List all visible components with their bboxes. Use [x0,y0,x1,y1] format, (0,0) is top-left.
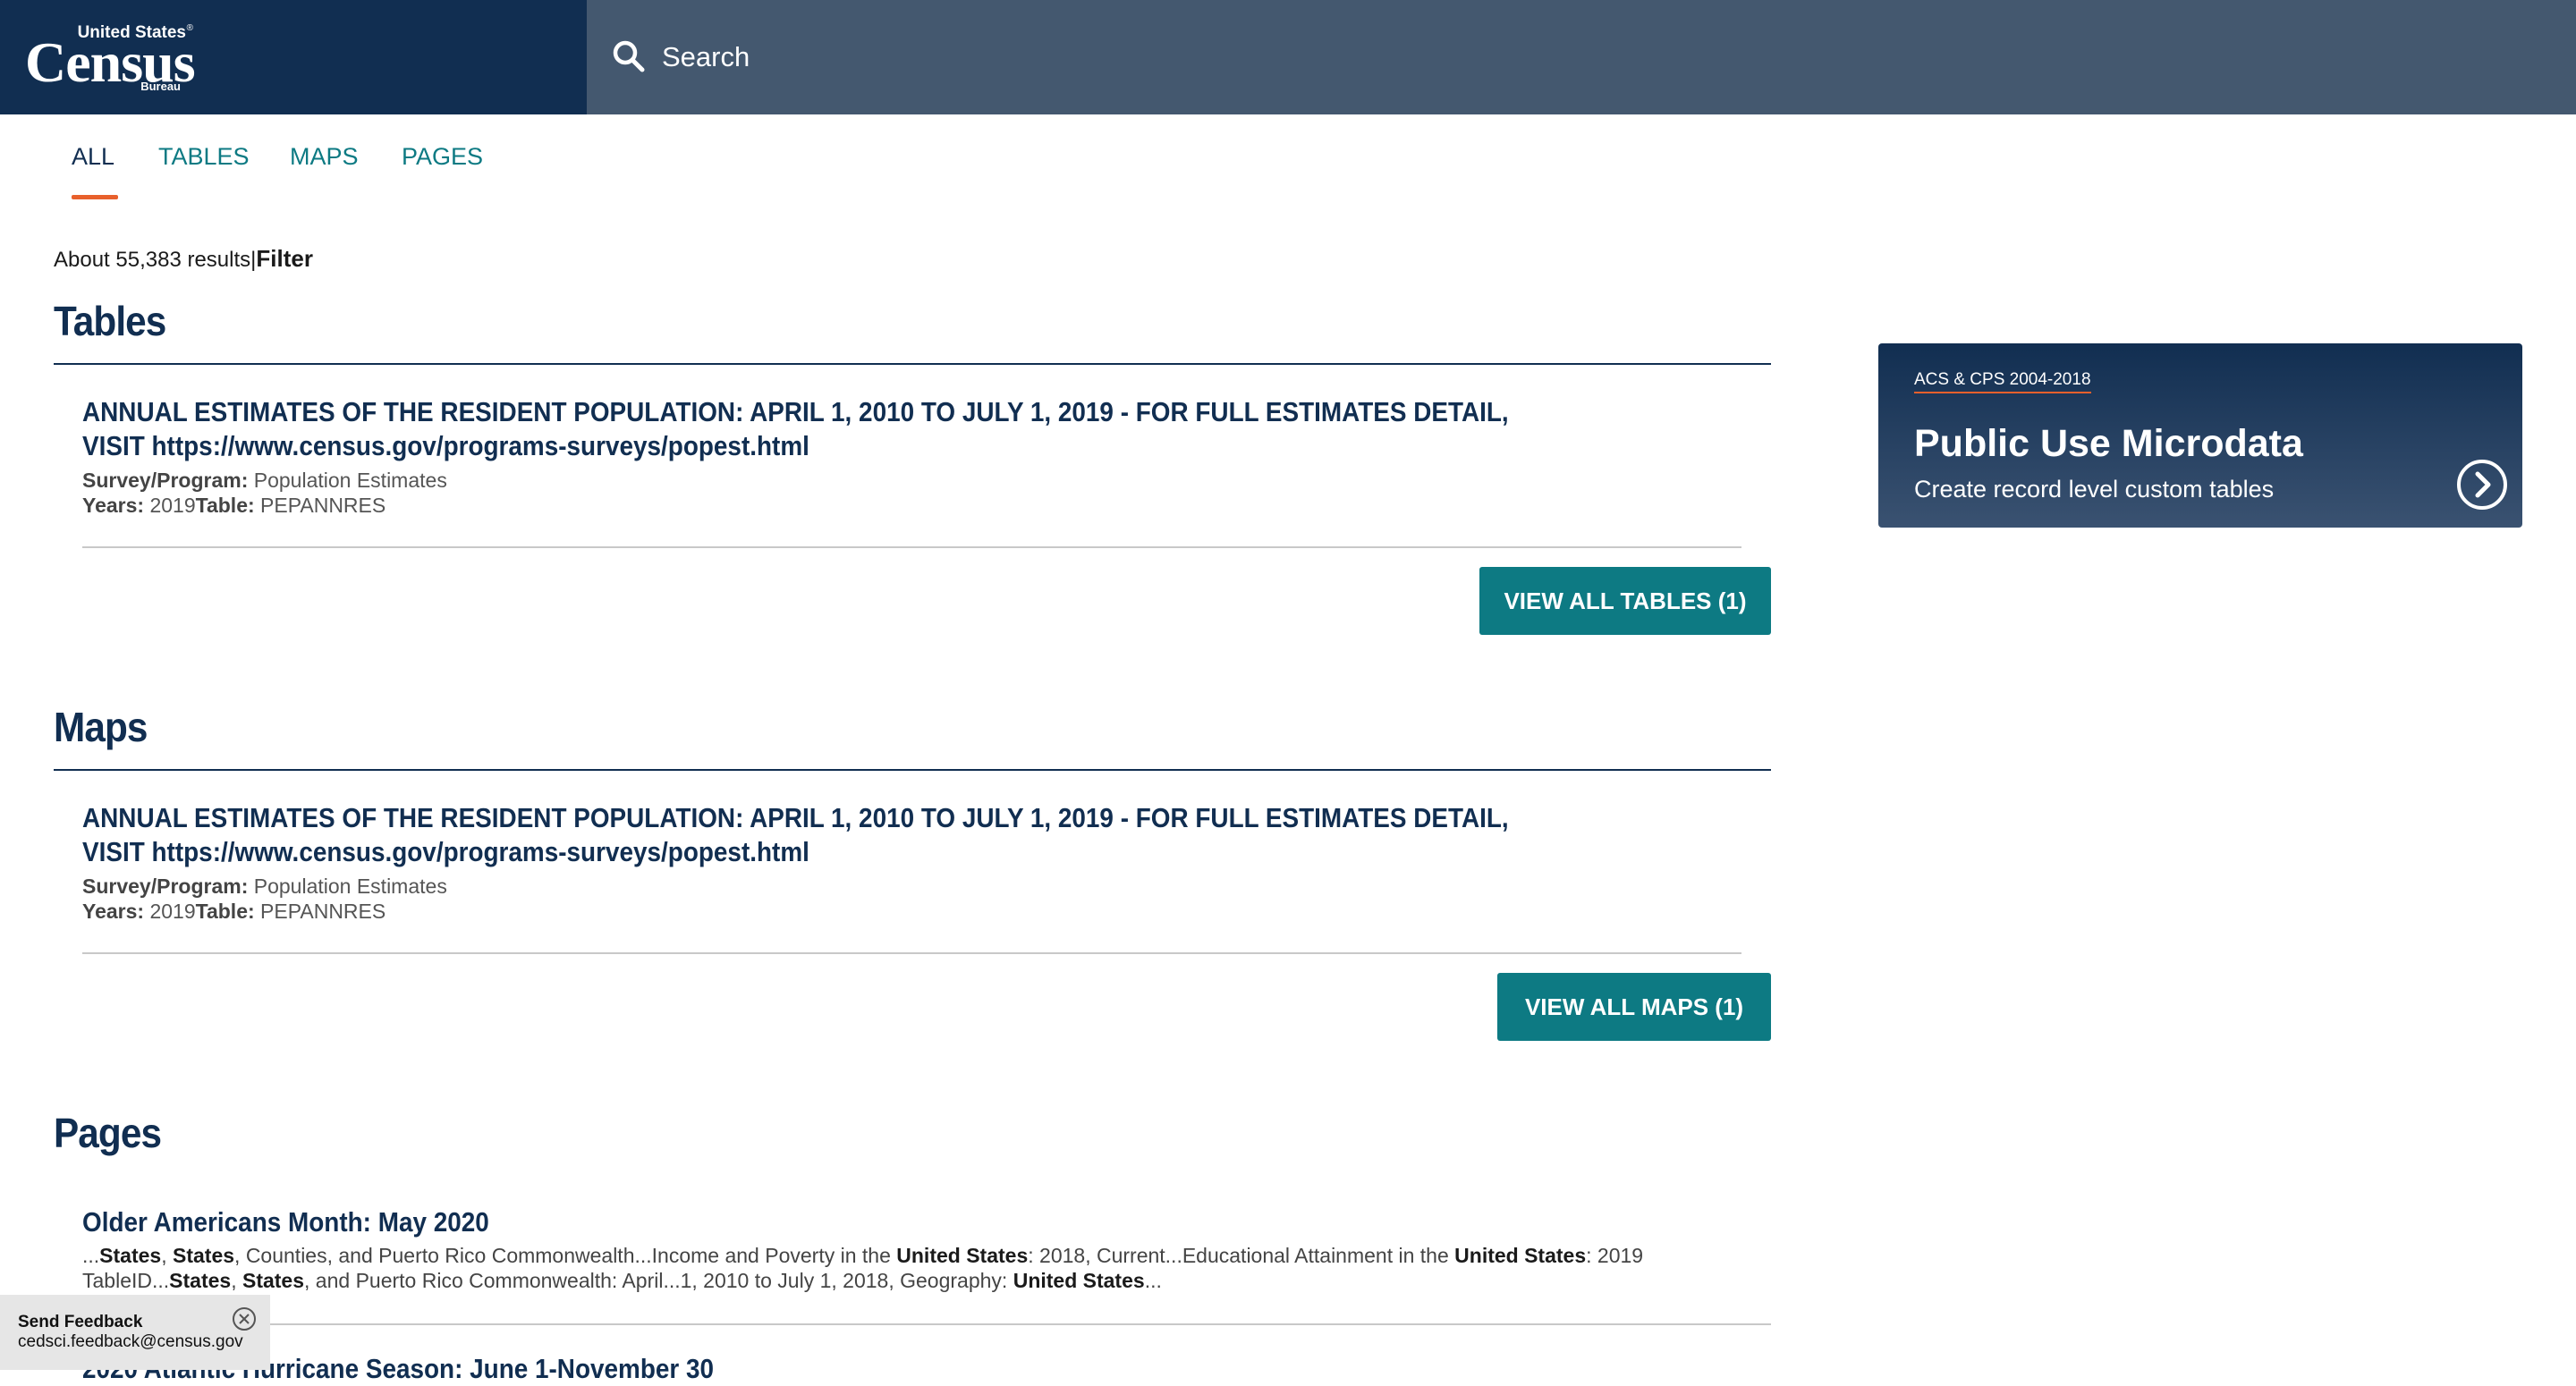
snippet-text: ... [1144,1269,1162,1292]
snippet-highlight: States [169,1269,232,1292]
page-result-title[interactable]: 2020 Atlantic Hurricane Season: June 1-N… [82,1352,1547,1386]
table-result-years: Years: 2019Table: PEPANNRES [82,493,386,518]
page-result-snippet: ...States, States, Counties, and Puerto … [82,1243,1746,1293]
map-result-years: Years: 2019Table: PEPANNRES [82,899,386,924]
snippet-text: , Counties, and Puerto Rico Commonwealth… [234,1244,897,1267]
view-all-maps-button[interactable]: VIEW ALL MAPS (1) [1497,973,1771,1041]
logo-area[interactable]: United States ® Census Bureau [0,0,587,114]
section-divider [54,769,1771,771]
survey-label: Survey/Program: [82,875,249,898]
top-header: United States ® Census Bureau Search [0,0,2576,114]
table-label: Table: [195,494,255,517]
years-label: Years: [82,494,145,517]
results-count: About 55,383 results [54,248,251,272]
tab-pages[interactable]: PAGES [402,143,483,171]
logo-bottom-text: Bureau [140,80,181,93]
filter-button[interactable]: Filter [256,245,313,272]
table-result-survey: Survey/Program: Population Estimates [82,468,447,493]
map-result-survey: Survey/Program: Population Estimates [82,874,447,899]
table-result-title[interactable]: ANNUAL ESTIMATES OF THE RESIDENT POPULAT… [82,395,1547,463]
snippet-text: , [231,1269,242,1292]
page-result-title[interactable]: Older Americans Month: May 2020 [82,1205,1547,1239]
search-box[interactable]: Search [587,0,1481,114]
feedback-email[interactable]: cedsci.feedback@census.gov [18,1332,243,1352]
promo-subtitle: Create record level custom tables [1914,476,2275,503]
item-divider [82,952,1741,954]
snippet-highlight: States [173,1244,235,1267]
snippet-highlight: United States [1013,1269,1145,1292]
tab-maps[interactable]: MAPS [290,143,359,171]
years-value: 2019 [149,494,196,517]
years-value: 2019 [149,900,196,923]
table-value: PEPANNRES [260,494,386,517]
tab-all[interactable]: ALL [72,143,114,171]
survey-label: Survey/Program: [82,469,249,492]
section-divider [54,363,1771,365]
active-tab-indicator [72,195,118,199]
feedback-widget[interactable]: Send Feedback cedsci.feedback@census.gov [0,1295,270,1370]
snippet-highlight: United States [896,1244,1029,1267]
survey-value: Population Estimates [253,875,447,898]
search-input[interactable]: Search [662,41,750,73]
promo-title: Public Use Microdata [1914,422,2303,465]
map-result-title[interactable]: ANNUAL ESTIMATES OF THE RESIDENT POPULAT… [82,801,1547,869]
snippet-text: , and Puerto Rico Commonwealth: April...… [304,1269,1013,1292]
section-title-maps: Maps [54,704,148,750]
item-divider [82,1323,1771,1325]
snippet-text: ... [82,1244,100,1267]
snippet-highlight: United States [1454,1244,1587,1267]
feedback-title: Send Feedback [18,1313,143,1331]
promo-kicker: ACS & CPS 2004-2018 [1914,370,2091,393]
table-value: PEPANNRES [260,900,386,923]
tab-tables[interactable]: TABLES [158,143,250,171]
item-divider [82,546,1741,548]
search-icon [613,40,645,72]
public-use-microdata-card[interactable]: ACS & CPS 2004-2018 Public Use Microdata… [1878,343,2522,528]
section-title-pages: Pages [54,1110,162,1156]
results-summary: About 55,383 results|Filter [54,245,313,273]
snippet-text: : 2018, Current...Educational Attainment… [1028,1244,1455,1267]
census-logo[interactable]: United States ® Census Bureau [25,23,196,93]
survey-value: Population Estimates [253,469,447,492]
snippet-highlight: States [242,1269,305,1292]
years-label: Years: [82,900,145,923]
snippet-text: , [161,1244,173,1267]
chevron-right-circle-icon[interactable] [2455,458,2509,511]
view-all-tables-button[interactable]: VIEW ALL TABLES (1) [1479,567,1771,635]
section-title-tables: Tables [54,298,166,344]
close-icon[interactable] [231,1306,258,1332]
table-label: Table: [195,900,255,923]
snippet-highlight: States [99,1244,162,1267]
